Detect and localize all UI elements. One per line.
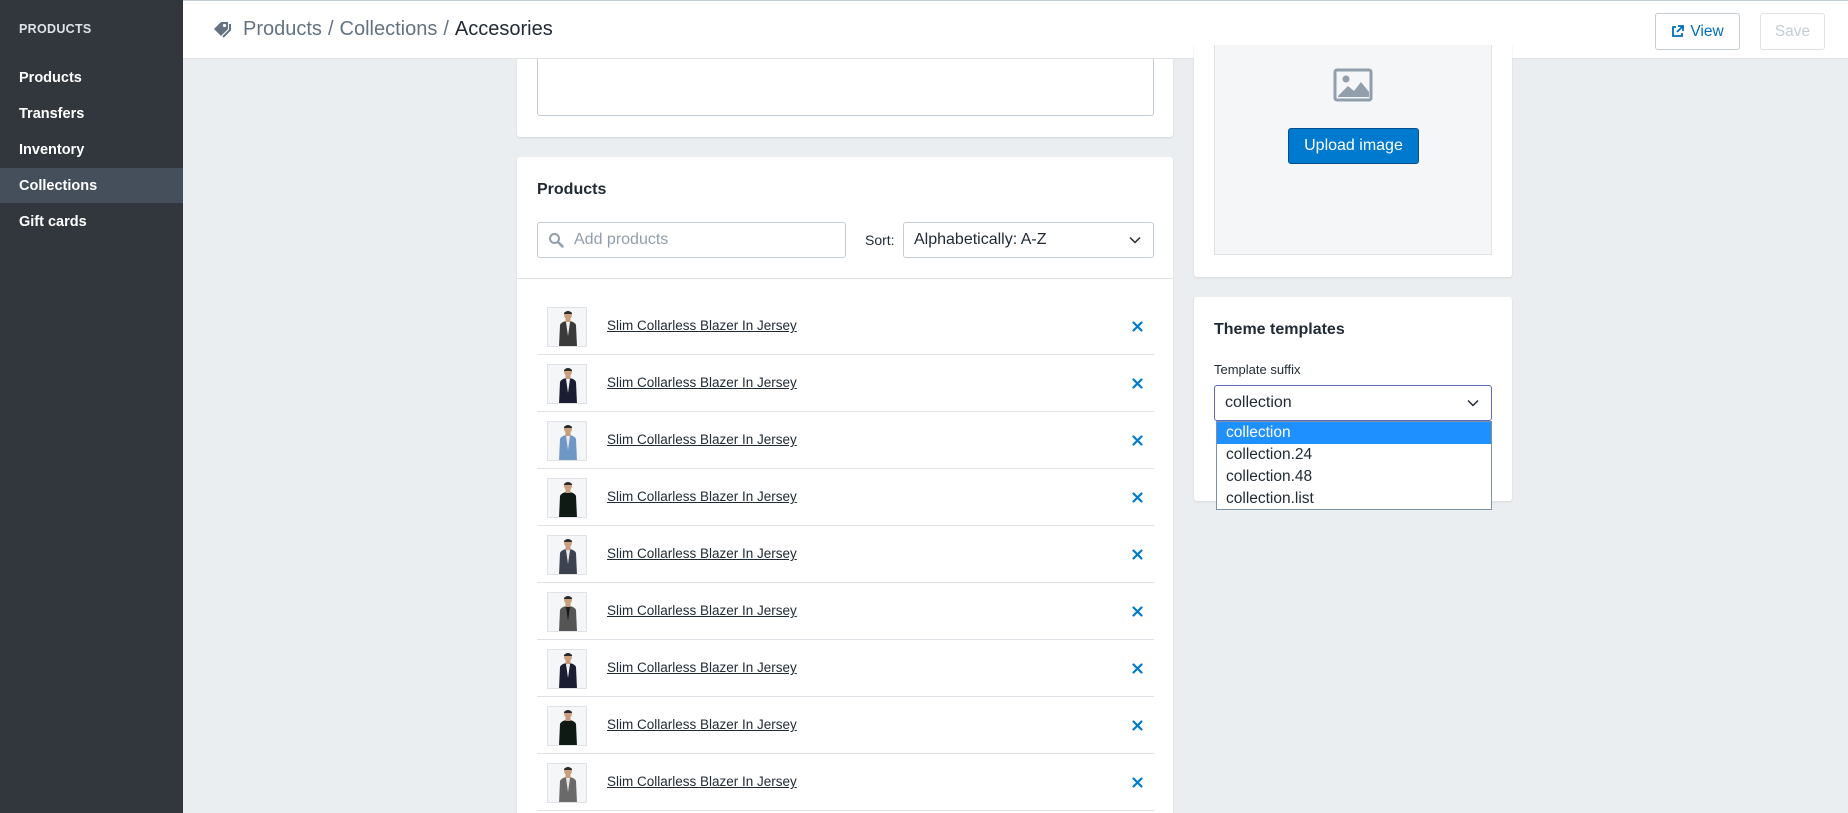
collection-image-card: Upload image [1194,45,1512,277]
product-image [548,308,586,346]
view-button[interactable]: View [1655,13,1740,50]
remove-product-icon[interactable] [1132,321,1143,332]
product-link[interactable]: Slim Collarless Blazer In Jersey [607,489,797,504]
product-image [548,650,586,688]
product-row: Slim Collarless Blazer In Jersey [537,526,1154,583]
product-thumbnail [547,706,587,746]
top-bar: Products / Collections / Accesories View… [183,0,1848,59]
description-editor[interactable] [537,59,1154,116]
products-divider [517,278,1173,279]
remove-product-icon[interactable] [1132,777,1143,788]
product-thumbnail [547,421,587,461]
template-suffix-dropdown: collection collection.24 collection.48 c… [1216,421,1492,510]
remove-product-icon[interactable] [1132,435,1143,446]
search-icon [549,233,564,248]
view-button-label: View [1690,22,1724,40]
product-image [548,479,586,517]
product-thumbnail [547,649,587,689]
sidebar-item-collections[interactable]: Collections [0,168,183,203]
breadcrumb: Products / Collections / Accesories [243,18,553,41]
product-row: Slim Collarless Blazer In Jersey [537,754,1154,811]
sidebar-item-products[interactable]: Products [0,60,183,95]
product-row: Slim Collarless Blazer In Jersey [537,298,1154,355]
products-card: Products Sort: Alphabetically: A-Z Slim … [517,157,1173,813]
product-thumbnail [547,364,587,404]
remove-product-icon[interactable] [1132,492,1143,503]
dropdown-option[interactable]: collection.24 [1217,444,1491,466]
sidebar-item-gift-cards[interactable]: Gift cards [0,204,183,239]
breadcrumb-separator: / [327,18,334,40]
remove-product-icon[interactable] [1132,606,1143,617]
theme-templates-title: Theme templates [1214,321,1345,338]
sort-select-value: Alphabetically: A-Z [914,231,1047,248]
product-row: Slim Collarless Blazer In Jersey [537,640,1154,697]
save-button-label: Save [1774,22,1811,40]
product-image [548,422,586,460]
chevron-down-icon [1129,236,1141,244]
image-placeholder-icon [1333,68,1373,102]
sidebar-item-inventory[interactable]: Inventory [0,132,183,167]
product-link[interactable]: Slim Collarless Blazer In Jersey [607,717,797,732]
product-thumbnail [547,763,587,803]
dropdown-option[interactable]: collection.list [1217,488,1491,510]
sidebar-item-transfers[interactable]: Transfers [0,96,183,131]
breadcrumb-collections[interactable]: Collections [340,18,438,41]
sort-label: Sort: [865,232,895,248]
product-thumbnail [547,592,587,632]
breadcrumb-products[interactable]: Products [243,18,322,41]
products-card-title: Products [537,181,607,198]
product-row: Slim Collarless Blazer In Jersey [537,469,1154,526]
product-thumbnail [547,307,587,347]
product-link[interactable]: Slim Collarless Blazer In Jersey [607,660,797,675]
page-title: Accesories [454,18,553,40]
sidebar-section-title: PRODUCTS [19,22,92,36]
tag-icon [214,22,231,38]
remove-product-icon[interactable] [1132,663,1143,674]
image-dropzone[interactable]: Upload image [1214,45,1492,255]
dropdown-option[interactable]: collection.48 [1217,466,1491,488]
product-row: Slim Collarless Blazer In Jersey [537,697,1154,754]
sort-select[interactable]: Alphabetically: A-Z [903,222,1154,258]
product-link[interactable]: Slim Collarless Blazer In Jersey [607,603,797,618]
template-suffix-value: collection [1225,394,1292,411]
breadcrumb-separator: / [443,18,449,40]
add-products-field[interactable] [537,222,846,258]
template-suffix-select[interactable]: collection [1214,385,1492,421]
product-row: Slim Collarless Blazer In Jersey [537,412,1154,469]
remove-product-icon[interactable] [1132,549,1143,560]
product-thumbnail [547,478,587,518]
product-link[interactable]: Slim Collarless Blazer In Jersey [607,375,797,390]
product-image [548,764,586,802]
save-button[interactable]: Save [1760,13,1825,50]
product-link[interactable]: Slim Collarless Blazer In Jersey [607,546,797,561]
upload-image-button[interactable]: Upload image [1288,128,1419,164]
dropdown-option[interactable]: collection [1217,422,1491,444]
add-products-input[interactable] [574,231,824,249]
external-link-icon [1672,25,1685,37]
description-card [517,59,1173,137]
remove-product-icon[interactable] [1132,720,1143,731]
product-row: Slim Collarless Blazer In Jersey [537,583,1154,640]
product-image [548,593,586,631]
product-thumbnail [547,535,587,575]
product-link[interactable]: Slim Collarless Blazer In Jersey [607,318,797,333]
product-image [548,536,586,574]
product-image [548,707,586,745]
product-image [548,365,586,403]
product-row: Slim Collarless Blazer In Jersey [537,355,1154,412]
sidebar: PRODUCTS Products Transfers Inventory Co… [0,0,183,813]
template-suffix-label: Template suffix [1214,362,1301,377]
chevron-down-icon [1467,399,1479,407]
product-link[interactable]: Slim Collarless Blazer In Jersey [607,774,797,789]
remove-product-icon[interactable] [1132,378,1143,389]
product-link[interactable]: Slim Collarless Blazer In Jersey [607,432,797,447]
